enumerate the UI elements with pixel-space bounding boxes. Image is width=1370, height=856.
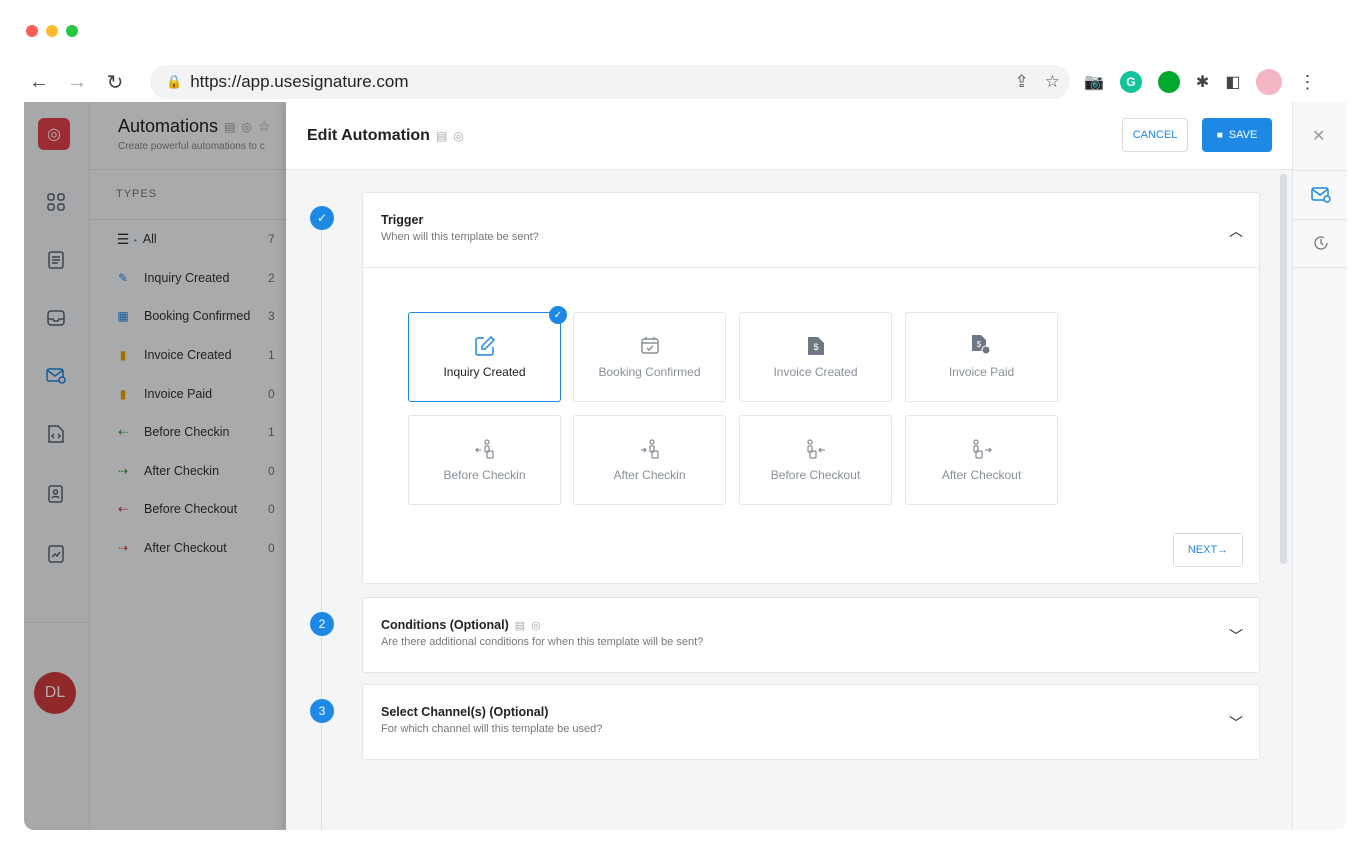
maximize-window-button[interactable] [66,25,78,37]
right-rail: ✕ [1292,102,1347,830]
trigger-label: Inquiry Created [443,365,526,379]
pin-icon[interactable]: ◎ [453,129,463,143]
trigger-options: ✓ Inquiry Created Booking Confirmed $ In… [363,267,1259,583]
pin-icon[interactable]: ◎ [531,619,541,632]
trigger-after-checkout[interactable]: After Checkout [905,415,1058,505]
profile-avatar[interactable] [1256,69,1283,95]
trigger-invoice-created[interactable]: $ Invoice Created [739,312,892,402]
section-title: Trigger [381,213,424,227]
close-window-button[interactable] [26,25,38,37]
trigger-label: Invoice Paid [948,365,1015,379]
svg-text:$: $ [813,342,818,352]
automation-mail-icon[interactable] [1310,184,1332,206]
modal-scrollbar[interactable] [1280,174,1287,564]
section-subtitle: For which channel will this template be … [381,723,603,735]
camera-icon[interactable]: 📷 [1084,72,1104,92]
conditions-section-header[interactable]: Conditions (Optional) ▤ ◎ Are there addi… [363,598,1259,672]
side-panel-icon[interactable]: ◧ [1225,72,1240,92]
invoice-icon: $ [807,335,824,357]
lock-icon: 🔒 [166,74,183,89]
edit-icon [474,335,496,357]
trigger-label: Booking Confirmed [598,365,701,379]
minimize-window-button[interactable] [46,25,58,37]
grammarly-icon[interactable]: G [1119,71,1142,93]
calendar-check-icon [640,335,660,357]
url-text: https://app.usesignature.com [190,72,409,91]
trigger-section: Trigger When will this template be sent?… [362,192,1260,584]
modal-backdrop[interactable] [24,102,286,830]
section-subtitle: When will this template be sent? [381,231,539,243]
next-button[interactable]: NEXT→ [1173,533,1243,567]
trigger-label: After Checkin [613,468,686,482]
chevron-down-icon[interactable]: ﹀ [1229,626,1243,646]
before-checkin-icon [474,438,496,460]
after-checkout-icon [971,438,993,460]
forward-icon[interactable]: → [62,67,92,97]
rail-divider [1293,219,1347,220]
step-3-number: 3 [310,699,334,723]
section-title-text: Conditions (Optional) [381,618,509,632]
trigger-booking-confirmed[interactable]: Booking Confirmed [573,312,726,402]
share-icon[interactable]: ⇪ [1015,72,1029,92]
address-bar[interactable]: 🔒 https://app.usesignature.com ⇪ ☆ [150,65,1070,99]
browser-menu-icon[interactable]: ⋮ [1298,72,1316,93]
history-clock-icon[interactable] [1310,232,1332,254]
trigger-before-checkout[interactable]: Before Checkout [739,415,892,505]
document-icon[interactable]: ▤ [436,129,447,143]
chevron-down-icon[interactable]: ﹀ [1229,713,1243,733]
trigger-section-header[interactable]: Trigger When will this template be sent?… [363,193,1259,267]
trigger-label: Invoice Created [773,365,858,379]
modal-header: Edit Automation ▤ ◎ CANCEL ■ SAVE [286,102,1292,170]
window-controls [26,25,78,37]
document-icon[interactable]: ▤ [515,619,525,632]
svg-text:$: $ [976,340,981,349]
reload-icon[interactable]: ↻ [100,67,130,97]
extensions-puzzle-icon[interactable]: ✱ [1196,72,1209,92]
back-icon[interactable]: ← [24,67,54,97]
invoice-paid-icon: $ [971,335,992,357]
browser-toolbar: ← → ↻ 🔒 https://app.usesignature.com ⇪ ☆… [24,62,1354,102]
save-button-label: SAVE [1228,129,1258,141]
trigger-after-checkin[interactable]: After Checkin [573,415,726,505]
channels-section[interactable]: Select Channel(s) (Optional) For which c… [362,684,1260,760]
trigger-inquiry-created[interactable]: ✓ Inquiry Created [408,306,567,402]
trigger-before-checkin[interactable]: Before Checkin [408,415,561,505]
save-button[interactable]: ■ SAVE [1202,118,1272,152]
step-1-check-icon: ✓ [310,206,334,230]
steps-connector [321,217,322,830]
close-icon[interactable]: ✕ [1312,126,1325,146]
section-subtitle: Are there additional conditions for when… [381,636,704,648]
rail-divider [1293,170,1347,171]
rail-divider [1293,267,1347,268]
save-icon: ■ [1216,129,1223,141]
app-window: ◎ DL Automations ▤ ◎ ☆ Create powerful a… [24,102,1347,830]
edit-automation-modal: Edit Automation ▤ ◎ CANCEL ■ SAVE ✓ Trig… [286,102,1292,830]
trigger-label: Before Checkout [770,468,861,482]
section-title: Conditions (Optional) ▤ ◎ [381,618,1259,632]
step-2-number: 2 [310,612,334,636]
channels-section-header[interactable]: Select Channel(s) (Optional) For which c… [363,685,1259,759]
bookmark-star-icon[interactable]: ☆ [1045,72,1060,92]
trigger-invoice-paid[interactable]: $ Invoice Paid [905,312,1058,402]
before-checkout-icon [805,438,827,460]
section-title: Select Channel(s) (Optional) [381,705,549,719]
modal-title: Edit Automation [307,126,430,144]
selected-check-icon: ✓ [549,306,567,324]
trigger-label: After Checkout [941,468,1022,482]
chevron-up-icon[interactable]: ︿ [1229,221,1243,241]
trigger-label: Before Checkin [443,468,526,482]
conditions-section[interactable]: Conditions (Optional) ▤ ◎ Are there addi… [362,597,1260,673]
cancel-button[interactable]: CANCEL [1122,118,1188,152]
after-checkin-icon [639,438,661,460]
evernote-icon[interactable] [1157,71,1180,93]
